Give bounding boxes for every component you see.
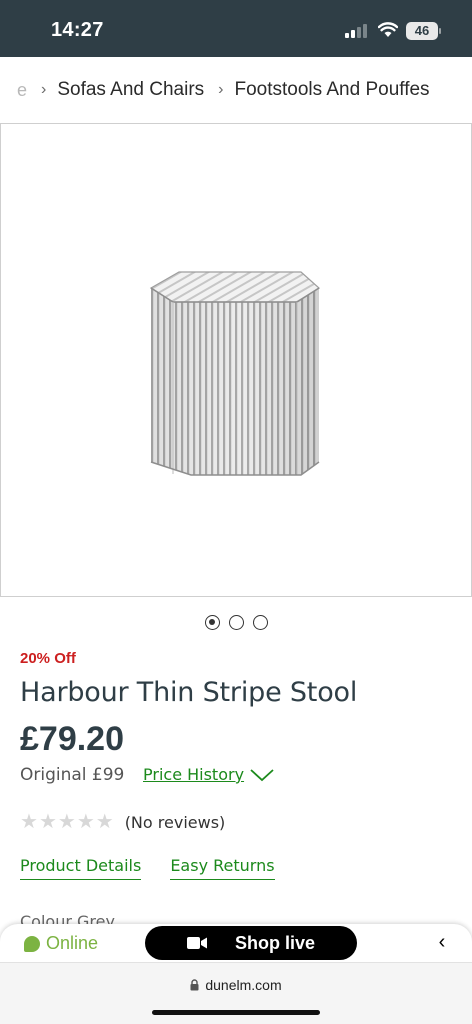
reviews-count: (No reviews) [124, 812, 226, 832]
carousel-dots [0, 615, 472, 630]
easy-returns-link[interactable]: Easy Returns [170, 856, 275, 880]
chevron-right-icon: › [218, 81, 224, 98]
battery-tip [439, 28, 441, 34]
url-display: dunelm.com [0, 977, 472, 993]
price-history-label: Price History [143, 765, 245, 784]
online-label: Online [46, 933, 99, 953]
carousel-dot-1[interactable] [204, 615, 220, 630]
breadcrumb: e › Sofas And Chairs › Footstools And Po… [0, 57, 472, 123]
price-history-link[interactable]: Price History [143, 765, 274, 784]
product-price: £79.20 [20, 720, 124, 758]
star-icon: ★ [20, 811, 38, 833]
online-status[interactable]: Online [24, 933, 98, 954]
stool-image [149, 271, 320, 476]
star-icon: ★ [38, 811, 57, 833]
discount-badge: 20% Off [20, 650, 76, 667]
rating[interactable]: ★ ★ ★ ★ ★ (No reviews) [20, 812, 225, 832]
lock-icon [190, 979, 199, 991]
status-bar: 14:27 46 [0, 0, 472, 57]
video-camera-icon [186, 937, 207, 949]
carousel-dot-2[interactable] [228, 615, 244, 630]
shop-live-label: Shop live [234, 932, 315, 953]
url-text: dunelm.com [205, 977, 282, 993]
breadcrumb-item-sofas[interactable]: Sofas And Chairs [57, 79, 204, 101]
product-title: Harbour Thin Stripe Stool [20, 677, 358, 708]
breadcrumb-item-footstools[interactable]: Footstools And Pouffes [234, 79, 429, 101]
signal-icon [345, 24, 369, 38]
battery-icon: 46 [406, 22, 438, 40]
star-icon: ★ [57, 811, 76, 833]
breadcrumb-truncated[interactable]: e [17, 80, 27, 101]
star-icon: ★ [76, 811, 95, 833]
browser-url-bar[interactable]: dunelm.com [0, 962, 472, 1024]
chevron-right-icon: › [41, 81, 47, 98]
home-indicator[interactable] [152, 1010, 320, 1015]
product-details-link[interactable]: Product Details [20, 856, 142, 880]
original-price: Original £99 [20, 765, 125, 785]
floating-bar: Online Shop live ‹ [0, 924, 472, 962]
shop-live-button[interactable]: Shop live [145, 926, 357, 960]
chevron-left-icon[interactable]: ‹ [432, 930, 452, 954]
star-icon: ★ [95, 811, 114, 833]
chevron-down-icon [250, 769, 274, 782]
wifi-icon [378, 22, 398, 37]
product-image[interactable] [0, 123, 472, 597]
chat-bubble-icon [24, 935, 40, 952]
carousel-dot-3[interactable] [252, 615, 268, 630]
status-time: 14:27 [51, 19, 104, 41]
product-links: Product Details Easy Returns [20, 856, 275, 880]
